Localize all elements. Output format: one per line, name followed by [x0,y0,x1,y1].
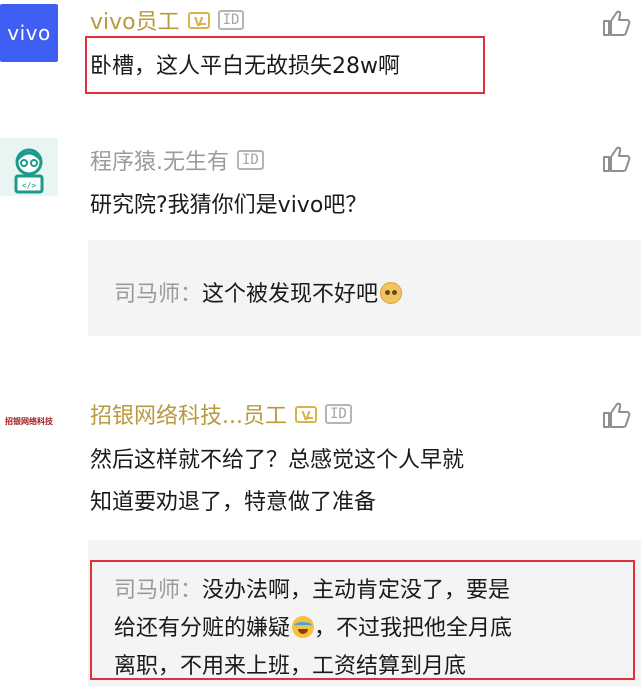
username[interactable]: vivo员工 [90,4,180,36]
id-badge-icon: ID [217,10,245,30]
thumbs-up-icon[interactable] [601,400,631,430]
comment-text: 知道要劝退了，特意做了准备 [90,490,377,515]
verified-v-icon: V [187,11,210,29]
company-logo-text: 招银网络科技 [5,416,53,426]
thumbs-up-icon[interactable] [601,144,631,174]
highlight-box [90,560,635,680]
comment-text: 然后这样就不给了？总感觉这个人早就 [90,448,465,473]
shy-face-emoji [380,282,403,304]
id-badge-icon: ID [324,404,352,424]
comment-text: 研究院?我猜你们是vivo吧？ [90,193,368,218]
verified-v-icon: V [294,405,317,423]
highlight-box [85,36,485,94]
comment-item: </> 程序猿.无生有 ID 研究院?我猜你们是vivo吧？ 司马师：这个被发现… [0,130,641,360]
comment-header: 程序猿.无生有 ID [90,144,264,176]
comment-header: 招银网络科技...员工 V ID [90,398,352,430]
avatar[interactable]: 招银网络科技 [0,392,58,450]
comment-item: 招银网络科技 招银网络科技...员工 V ID 然后这样就不给了？总感觉这个人早… [0,390,641,686]
id-badge-icon: ID [237,150,264,170]
comment-header: vivo员工 V ID [90,4,245,36]
username[interactable]: 招银网络科技...员工 [90,398,287,430]
reply-author[interactable]: 司马师： [114,282,202,307]
avatar[interactable]: vivo [0,4,58,62]
comment-item: vivo vivo员工 V ID 卧槽，这人平白无故损失28w啊 [0,0,641,110]
username[interactable]: 程序猿.无生有 [90,144,229,176]
reply-line: 司马师：这个被发现不好吧 [114,276,403,308]
programmer-avatar-icon: </> [0,138,58,196]
reply-text: 这个被发现不好吧 [202,282,379,307]
avatar-logo-text: vivo [7,21,51,45]
reply-box[interactable]: 司马师：这个被发现不好吧 [88,240,641,336]
avatar[interactable]: </> [0,138,58,196]
thumbs-up-icon[interactable] [601,8,631,38]
svg-text:</>: </> [22,181,37,190]
